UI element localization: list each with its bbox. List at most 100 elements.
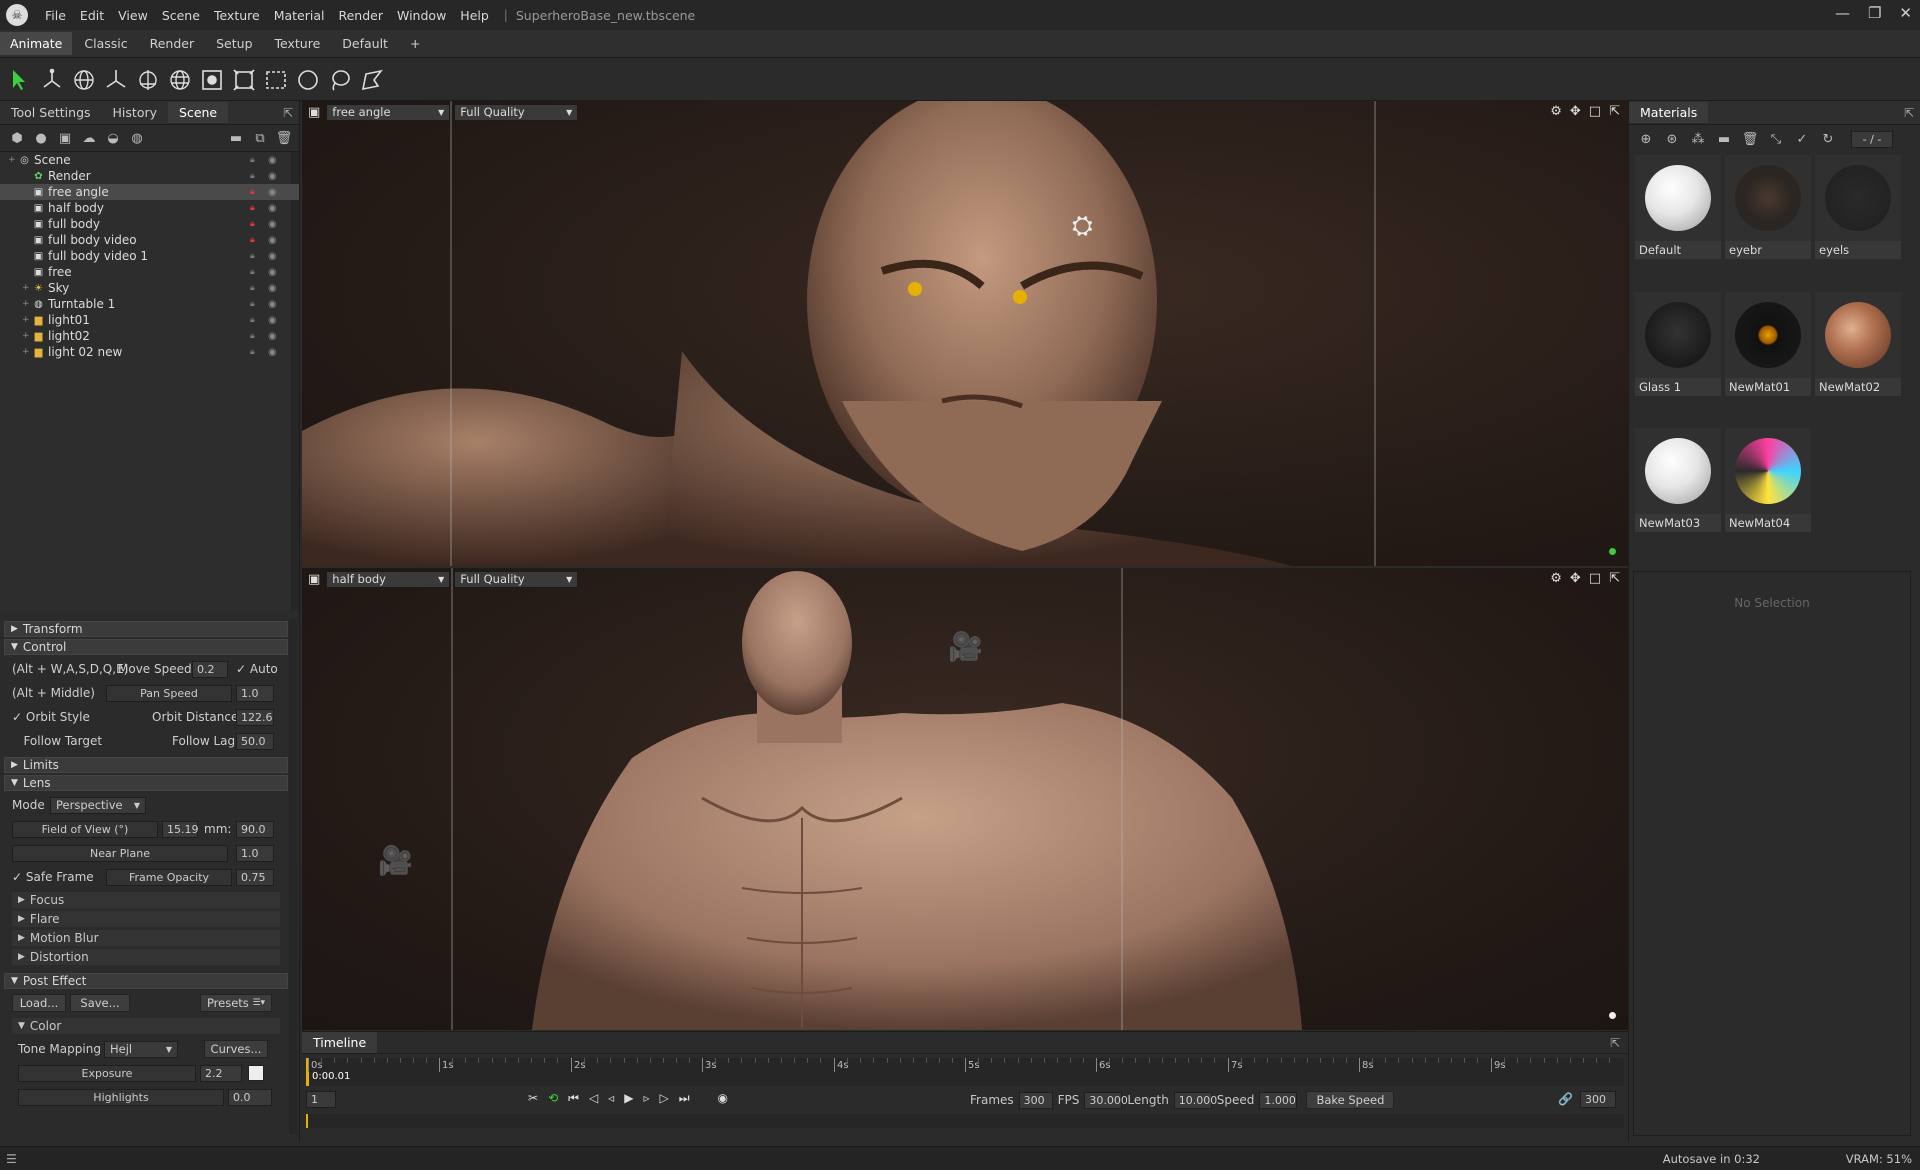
skip-end-icon[interactable]: ⏭ [679,1091,690,1106]
safe-frame-checkbox[interactable]: ✓ Safe Frame [12,870,94,884]
expand-icon[interactable]: + [22,299,32,309]
translate-icon[interactable] [38,66,66,94]
highlights-field[interactable]: 0.0 [228,1088,272,1106]
materials-tab[interactable]: Materials [1629,102,1709,123]
lock-icon[interactable]: 🔒︎ [250,299,260,309]
menu-scene[interactable]: Scene [155,8,207,23]
close-icon[interactable]: ✕ [1899,4,1912,22]
frames-field[interactable]: 300 [1018,1091,1053,1109]
fps-field[interactable]: 30.000 [1084,1091,1128,1109]
popout-icon[interactable]: ⇱ [1609,104,1620,119]
section-lens[interactable]: ▼ Lens [4,775,288,791]
material-newmat02[interactable]: NewMat02 [1815,291,1901,396]
timeline-tab[interactable]: Timeline [302,1032,378,1053]
near-plane-field[interactable]: 1.0 [236,844,274,862]
expand-icon[interactable]: + [8,155,18,165]
lock-icon[interactable]: 🔒︎ [250,155,260,165]
lock-icon[interactable]: 🔒︎ [250,283,260,293]
popout-icon[interactable]: ⇱ [1609,571,1620,586]
next-frame-icon[interactable]: ▹ [643,1091,649,1106]
frame-opacity-field[interactable]: 0.75 [236,868,274,886]
camera-icon[interactable]: ▣ [308,572,320,587]
delete-icon[interactable]: 🗑 [1741,130,1759,148]
tree-item[interactable]: ▣ full body video 1 🔒︎ ◉ [0,248,299,264]
lock-icon[interactable]: 🔒︎ [250,187,260,197]
tree-item[interactable]: + ▆ light01 🔒︎ ◉ [0,312,299,328]
layout-tab-default[interactable]: Default [332,32,398,55]
material-eyels[interactable]: eyels [1815,155,1901,259]
new-folder-icon[interactable]: ▬ [227,129,245,147]
layout-tab-classic[interactable]: Classic [74,32,137,55]
mm-field[interactable]: 90.0 [236,820,274,838]
tone-mapping-dropdown[interactable]: Hejl ▼ [104,1040,178,1058]
visibility-icon[interactable]: ◉ [268,299,277,310]
next-key-icon[interactable]: ▷ [659,1091,668,1106]
tree-item[interactable]: + ☀ Sky 🔒︎ ◉ [0,280,299,296]
refresh-icon[interactable]: ↻ [1819,130,1837,148]
lens-mode-dropdown[interactable]: Perspective ▼ [50,796,146,814]
visibility-icon[interactable]: ◉ [268,235,277,246]
save-button[interactable]: Save... [70,994,130,1012]
lasso-select-icon[interactable] [326,66,354,94]
lock-icon[interactable]: 🔒︎ [250,331,260,341]
menu-material[interactable]: Material [267,8,332,23]
tab-history[interactable]: History [102,102,168,123]
material-glass-1[interactable]: Glass 1 [1635,291,1721,396]
add-light-icon[interactable]: ● [32,129,50,147]
quality-dropdown-bottom[interactable]: Full Quality ▼ [454,570,579,588]
tab-tool-settings[interactable]: Tool Settings [0,102,102,123]
tree-item[interactable]: ✿ Render 🔒︎ ◉ [0,168,299,184]
settings-icon[interactable]: ⚙ [1550,104,1562,119]
pan-speed-field[interactable]: 1.0 [236,684,274,702]
follow-lag-field[interactable]: 50.0 [236,732,274,750]
timeline-track[interactable] [306,1114,1624,1128]
visibility-icon[interactable]: ◉ [268,187,277,198]
tree-item[interactable]: + ◍ Turntable 1 🔒︎ ◉ [0,296,299,312]
presets-button[interactable]: Presets ☰▾ [200,994,272,1012]
properties-scrollbar[interactable] [289,619,297,1134]
loop-icon[interactable]: ⟲ [548,1091,558,1106]
auto-checkbox[interactable]: ✓ Auto [236,662,278,676]
tree-item[interactable]: ▣ free angle 🔒︎ ◉ [0,184,299,200]
visibility-icon[interactable]: ◉ [268,347,277,358]
move-icon[interactable]: ✥ [1570,104,1581,119]
visibility-icon[interactable]: ◉ [268,251,277,262]
minimize-icon[interactable]: — [1835,4,1850,22]
section-limits[interactable]: ▶ Limits [4,757,288,773]
tree-item[interactable]: + ▆ light 02 new 🔒︎ ◉ [0,344,299,360]
move-icon[interactable]: ✥ [1570,571,1581,586]
maximize-icon[interactable]: □ [1589,571,1601,586]
pivot-icon[interactable] [134,66,162,94]
pick-material-icon[interactable]: ⤡ [1767,130,1785,148]
light-gizmo-icon[interactable]: ⛭ [1072,211,1093,242]
camera-gizmo-icon[interactable]: 🎥 [378,844,413,877]
speed-field[interactable]: 1.000 [1259,1091,1298,1109]
viewport-top[interactable]: ⛭ ▣ free angle ▼ Full Quality ▼ ⚙ ✥ □ ⇱ [302,101,1628,566]
section-flare[interactable]: ▶ Flare [12,911,280,927]
scale-icon[interactable] [102,66,130,94]
tree-item[interactable]: ▣ free 🔒︎ ◉ [0,264,299,280]
exposure-field[interactable]: 2.2 [200,1064,242,1082]
section-motion-blur[interactable]: ▶ Motion Blur [12,930,280,946]
menu-edit[interactable]: Edit [73,8,111,23]
record-icon[interactable]: ◉ [718,1091,728,1106]
material-eyebr[interactable]: eyebr [1725,155,1811,259]
link-icon[interactable]: 🔗 [1558,1092,1573,1106]
folder-icon[interactable]: ▬ [1715,130,1733,148]
follow-target-checkbox[interactable]: Follow Target [12,734,102,748]
curves-button[interactable]: Curves... [204,1040,268,1058]
skip-start-icon[interactable]: ⏮ [568,1091,579,1106]
add-layout-button[interactable]: + [400,32,430,55]
paint-select-icon[interactable] [358,66,386,94]
load-button[interactable]: Load... [12,994,66,1012]
circle-select-icon[interactable] [294,66,322,94]
delete-icon[interactable]: 🗑 [275,129,293,147]
layout-tab-animate[interactable]: Animate [0,32,73,55]
tree-item[interactable]: ▣ half body 🔒︎ ◉ [0,200,299,216]
visibility-icon[interactable]: ◉ [268,267,277,278]
grid-icon[interactable]: ⁂ [1689,130,1707,148]
section-focus[interactable]: ▶ Focus [12,892,280,908]
section-control[interactable]: ▼ Control [4,639,288,655]
lock-icon[interactable]: 🔒︎ [250,235,260,245]
current-frame-field[interactable]: 1 [306,1091,336,1108]
